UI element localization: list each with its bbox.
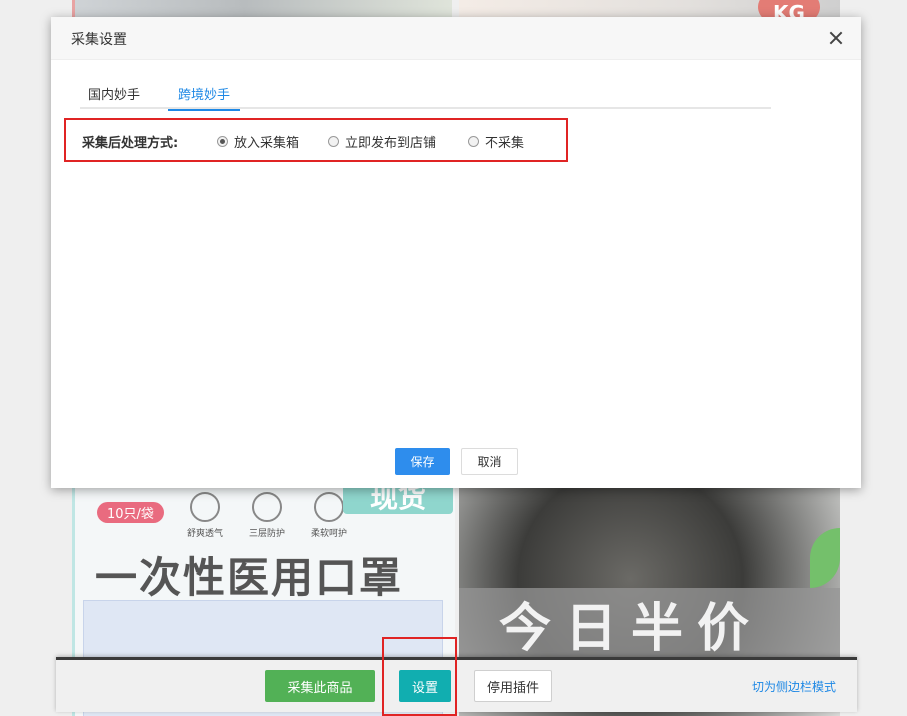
cancel-button[interactable]: 取消 [461,448,518,475]
feature-item: 柔软呵护 [311,492,347,539]
radio-no-collect[interactable]: 不采集 [468,132,524,151]
sale-text: 今日半价 [499,599,764,659]
option-label: 采集后处理方式: [82,136,179,151]
pack-count-tag: 10只/袋 [97,502,164,523]
layers-icon [252,492,283,522]
bottom-toolbar: 采集此商品 设置 停用插件 切为侧边栏模式 [56,637,857,716]
feature-item: 三层防护 [249,492,285,539]
hand-care-icon [314,492,345,522]
switch-sidebar-mode-link[interactable]: 切为侧边栏模式 [752,678,836,695]
feature-label: 柔软呵护 [311,529,348,539]
dialog-header: 采集设置 [51,17,861,60]
radio-label: 立即发布到店铺 [345,136,437,151]
radio-label: 放入采集箱 [234,136,300,151]
save-button[interactable]: 保存 [395,448,450,475]
radio-label: 不采集 [485,136,525,151]
feature-label: 舒爽透气 [187,529,224,539]
tab-domestic[interactable]: 国内妙手 [88,84,140,109]
radio-publish-now[interactable]: 立即发布到店铺 [328,132,436,151]
post-collect-option-row: 采集后处理方式: 放入采集箱 立即发布到店铺 不采集 [64,118,568,162]
radio-put-in-box[interactable]: 放入采集箱 [217,132,299,151]
in-stock-stamp: 现货 [343,488,453,514]
tab-cross-border[interactable]: 跨境妙手 [167,84,241,111]
radio-unchecked-icon [468,136,479,147]
breathable-icon [190,492,220,522]
collect-settings-dialog: 采集设置 国内妙手 跨境妙手 采集后处理方式: 放入采集箱 立即发布到店铺 不采… [51,17,861,488]
close-icon[interactable] [827,29,845,47]
collect-product-button[interactable]: 采集此商品 [265,670,375,702]
dialog-title: 采集设置 [71,32,127,48]
settings-button[interactable]: 设置 [399,670,451,702]
disable-plugin-button[interactable]: 停用插件 [474,670,552,702]
product-headline: 一次性医用口罩 [95,553,404,602]
tab-bar: 国内妙手 跨境妙手 [80,77,771,111]
leaf-decoration [810,528,840,588]
radio-unchecked-icon [328,136,339,147]
feature-icons: 舒爽透气 三层防护 柔软呵护 [187,492,347,539]
feature-label: 三层防护 [249,529,286,539]
radio-checked-icon [217,136,228,147]
feature-item: 舒爽透气 [187,492,223,539]
